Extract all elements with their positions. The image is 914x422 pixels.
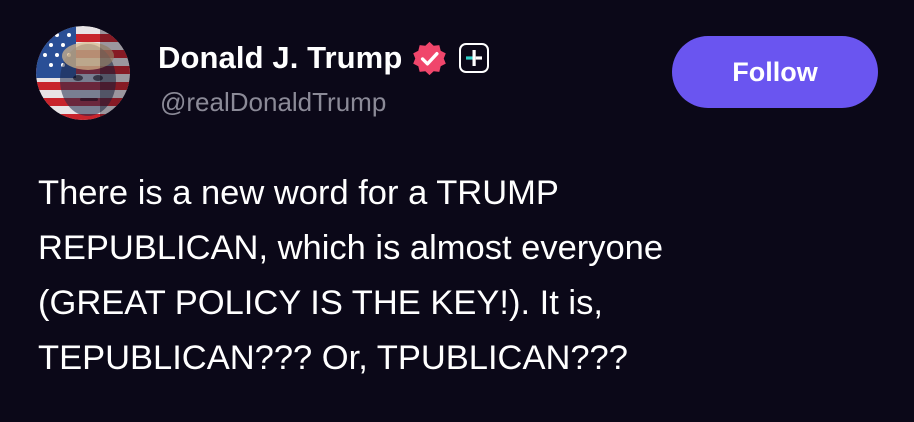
flag-face-avatar-image: [36, 26, 130, 120]
display-name[interactable]: Donald J. Trump: [158, 40, 402, 76]
post-line: TEPUBLICAN??? Or, TPUBLICAN???: [38, 339, 628, 377]
post-text: There is a new word for a TRUMP REPUBLIC…: [38, 166, 888, 386]
plus-badge-icon[interactable]: [459, 43, 490, 73]
follow-button[interactable]: Follow: [672, 36, 878, 108]
post-line: There is a new word for a TRUMP: [38, 174, 559, 212]
user-handle[interactable]: @realDonaldTrump: [160, 87, 386, 118]
profile-name-row: Donald J. Trump: [158, 37, 490, 79]
post-line: (GREAT POLICY IS THE KEY!). It is,: [38, 284, 603, 322]
avatar[interactable]: [36, 26, 130, 120]
post-line: REPUBLICAN, which is almost everyone: [38, 229, 664, 267]
verified-badge-icon: [413, 41, 447, 75]
